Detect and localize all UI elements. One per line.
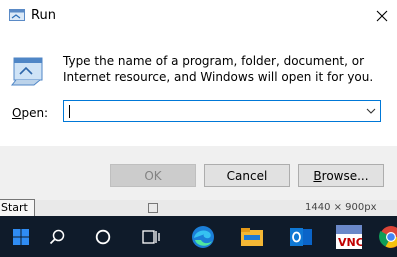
file-explorer-icon [241, 227, 263, 246]
chrome-icon [379, 225, 397, 248]
close-icon [376, 10, 388, 22]
ok-button[interactable]: OK [110, 164, 196, 187]
chrome-button[interactable] [370, 216, 397, 257]
cancel-button[interactable]: Cancel [204, 164, 290, 187]
edge-icon [192, 225, 214, 248]
task-view-icon [142, 229, 160, 244]
vnc-viewer-button[interactable]: VNC [328, 216, 370, 257]
dialog-description: Type the name of a program, folder, docu… [63, 54, 374, 84]
open-label: Open: [12, 106, 48, 120]
run-program-icon [10, 57, 43, 86]
search-icon [49, 229, 65, 244]
cortana-icon [95, 229, 111, 244]
dialog-title: Run [31, 8, 56, 23]
dialog-content: Type the name of a program, folder, docu… [0, 32, 397, 146]
close-button[interactable] [367, 0, 397, 32]
background-window-icon [148, 203, 158, 213]
outlook-button[interactable] [280, 216, 322, 257]
edge-button[interactable] [182, 216, 224, 257]
chevron-down-icon[interactable] [366, 106, 376, 116]
run-app-icon [9, 9, 25, 21]
text-caret [69, 105, 70, 118]
start-tooltip: Start [0, 199, 35, 217]
file-explorer-button[interactable] [231, 216, 273, 257]
open-combobox[interactable] [63, 100, 381, 122]
search-button[interactable] [36, 216, 78, 257]
windows-start-icon [13, 228, 29, 245]
run-dialog: Run Type the name of a program, folder, … [0, 0, 397, 200]
cortana-button[interactable] [82, 216, 124, 257]
vnc-viewer-icon: VNC [336, 224, 362, 249]
outlook-icon [290, 227, 312, 246]
dialog-footer: OK Cancel Browse... [0, 146, 397, 200]
browse-accelerator: B [313, 168, 322, 183]
browse-button[interactable]: Browse... [298, 164, 384, 187]
svg-text:VNC: VNC [338, 236, 362, 249]
open-label-text: pen: [21, 106, 49, 120]
title-bar: Run [0, 0, 397, 32]
task-view-button[interactable] [130, 216, 172, 257]
browse-label: rowse... [321, 168, 369, 183]
background-size-text: 1440 × 900px [305, 202, 377, 213]
taskbar: VNC [0, 216, 397, 257]
